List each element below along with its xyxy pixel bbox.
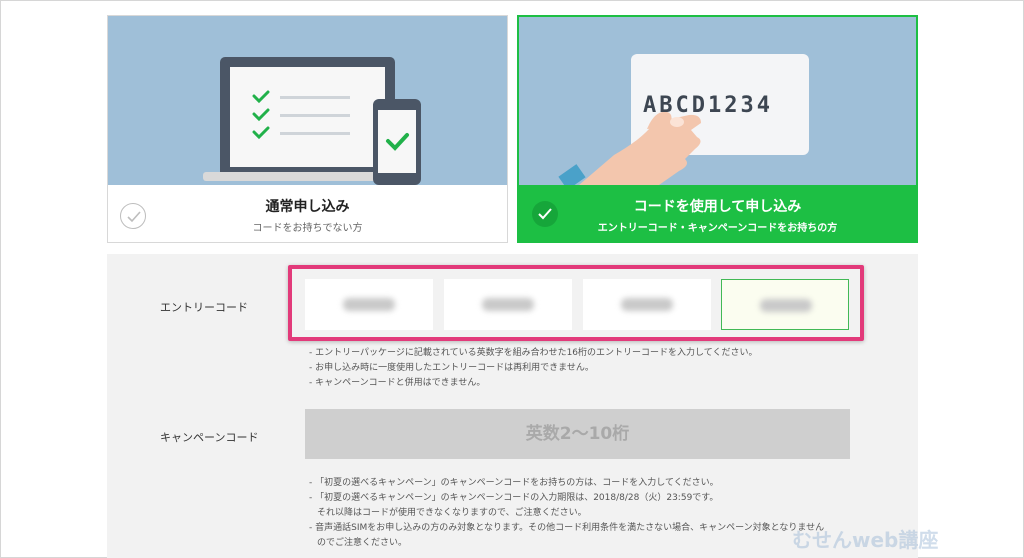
entry-note: - キャンペーンコードと併用はできません。	[309, 378, 486, 388]
option-code-subtitle: エントリーコード・キャンペーンコードをお持ちの方	[597, 223, 838, 234]
option-card-code[interactable]: ABCD1234 コードを使用して申し込み エントリーコード・キャンペーンコード…	[517, 15, 918, 243]
option-normal-title: 通常申し込み	[265, 199, 350, 215]
highlight-annotation	[288, 265, 864, 341]
laptop-phone-illustration	[108, 16, 507, 185]
code-card-illustration: ABCD1234	[519, 17, 916, 190]
watermark-text: むせんweb講座	[792, 528, 939, 552]
entry-code-notes: - エントリーパッケージに記載されている英数字を組み合わせた16桁のエントリーコ…	[309, 346, 757, 391]
campaign-note: - 音声通話SIMをお申し込みの方のみ対象となります。その他コード利用条件を満た…	[309, 523, 825, 533]
entry-note: - お申し込み時に一度使用したエントリーコードは再利用できません。	[309, 363, 594, 373]
campaign-code-label: キャンペーンコード	[160, 431, 259, 444]
option-card-normal[interactable]: 通常申し込み コードをお持ちでない方	[107, 15, 508, 243]
option-card-code-footer: コードを使用して申し込み エントリーコード・キャンペーンコードをお持ちの方	[519, 185, 916, 241]
campaign-code-notes: - 「初夏の選べるキャンペーン」のキャンペーンコードをお持ちの方は、コードを入力…	[309, 476, 824, 551]
campaign-note: それ以降はコードが使用できなくなりますので、ご注意ください。	[317, 508, 587, 518]
option-code-title: コードを使用して申し込み	[633, 199, 802, 215]
campaign-note: - 「初夏の選べるキャンペーン」のキャンペーンコードをお持ちの方は、コードを入力…	[309, 478, 719, 488]
option-normal-subtitle: コードをお持ちでない方	[252, 223, 363, 234]
sample-code-text: ABCD1234	[643, 93, 773, 118]
campaign-note: - 「初夏の選べるキャンペーン」のキャンペーンコードの入力期限は、2018/8/…	[309, 493, 719, 503]
entry-note: - エントリーパッケージに記載されている英数字を組み合わせた16桁のエントリーコ…	[309, 348, 758, 358]
entry-code-label: エントリーコード	[160, 301, 248, 314]
campaign-note: のでご注意ください。	[317, 538, 408, 548]
campaign-code-input[interactable]: 英数2〜10桁	[305, 409, 850, 459]
option-card-normal-footer: 通常申し込み コードをお持ちでない方	[108, 185, 507, 242]
